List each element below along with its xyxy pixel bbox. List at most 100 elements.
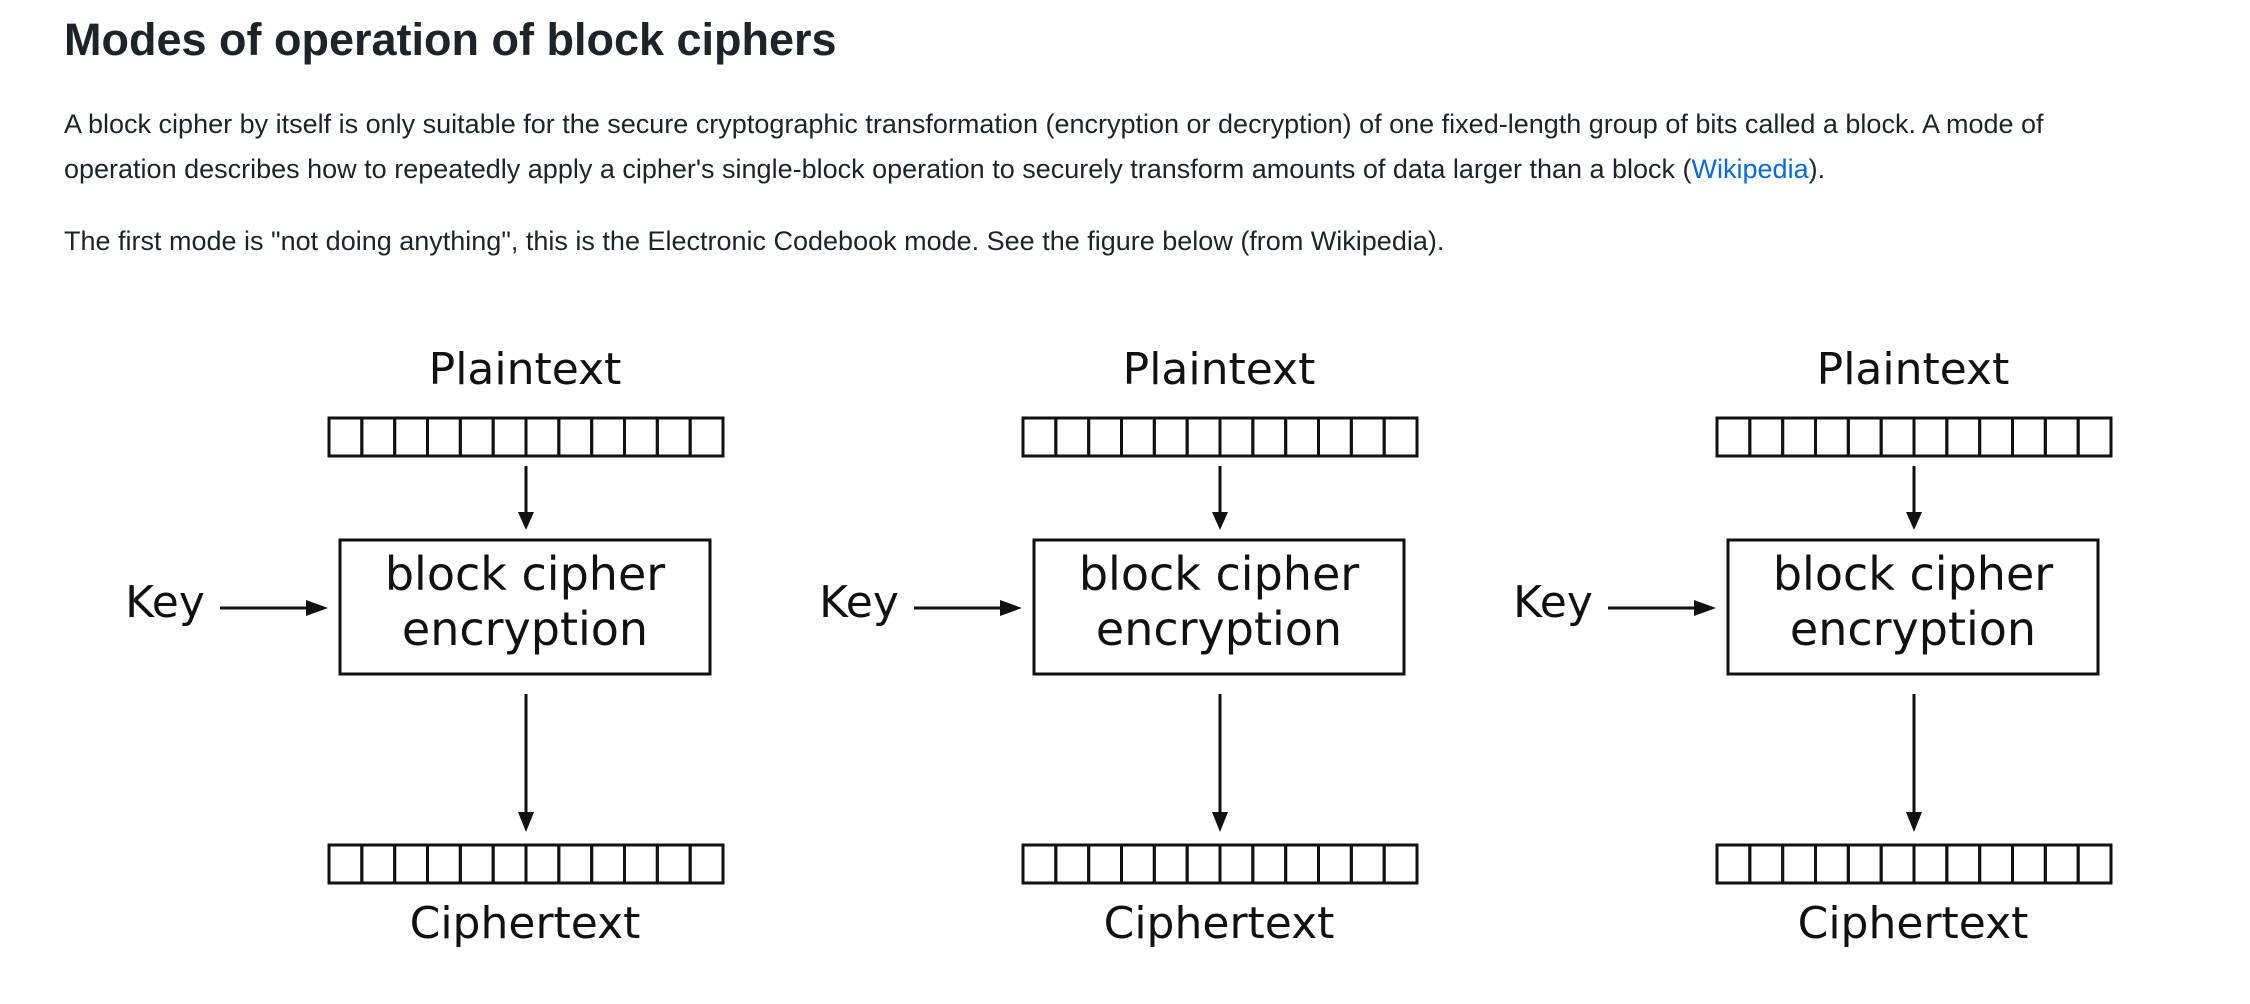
bit-cell [393,843,430,885]
bit-cell [2043,416,2080,458]
bit-cell [1284,416,1320,458]
bit-cell [1251,843,1288,885]
bit-cell [1879,843,1916,885]
bit-cell [1748,416,1785,458]
ecb-block-2: Plaintext Key block cipher encryption Ci… [819,344,1419,949]
plaintext-arrow-head [1906,512,1922,530]
bit-cell [1349,843,1386,885]
cipher-label-line-2: encryption [402,602,648,656]
bit-cell [1846,416,1883,458]
ciphertext-arrow-head [1212,812,1228,832]
bit-cell [1748,843,1785,885]
bit-cell [2043,843,2080,885]
bit-cell [524,416,561,458]
bit-cell [327,843,364,885]
bit-cell [1087,416,1124,458]
bit-cell [327,416,364,458]
key-label: Key [1513,577,1593,628]
bit-cell [1021,843,1058,885]
bit-cell [426,416,462,458]
plaintext-bar [327,416,725,458]
plaintext-label: Plaintext [1123,344,1316,395]
cipher-label-line-1: block cipher [1079,547,1359,601]
bit-cell [1846,843,1883,885]
bit-cell [1284,843,1320,885]
ciphertext-bar [1715,843,2113,885]
plaintext-bar [1021,416,1419,458]
ciphertext-label: Ciphertext [1104,898,1335,949]
bit-cell [1715,416,1752,458]
bit-cell [1120,843,1156,885]
bit-cell [1317,416,1353,458]
plaintext-label: Plaintext [1817,344,2010,395]
bit-cell [491,416,528,458]
bit-cell [1382,843,1419,885]
bit-cell [655,416,692,458]
ciphertext-label: Ciphertext [1798,898,2029,949]
bit-cell [458,416,495,458]
plaintext-arrow-head [518,512,534,530]
bit-cell [1978,843,2014,885]
bit-cell [1054,416,1091,458]
ciphertext-label: Ciphertext [410,898,641,949]
bit-cell [1185,843,1222,885]
key-arrow-head [1000,600,1022,616]
bit-cell [2076,843,2113,885]
bit-cell [458,843,495,885]
bit-cell [1218,416,1255,458]
ecb-block-3: Plaintext Key block cipher encryption Ci… [1513,344,2113,949]
cipher-label-line-1: block cipher [385,547,665,601]
ciphertext-arrow-head [1906,812,1922,832]
cipher-label-line-2: encryption [1790,602,2036,656]
bit-cell [1715,843,1752,885]
bit-cell [590,416,626,458]
bit-cell [1317,843,1353,885]
bit-cell [688,843,725,885]
bit-cell [360,843,397,885]
bit-cell [1912,843,1949,885]
cipher-label-line-1: block cipher [1773,547,2053,601]
key-label: Key [125,577,205,628]
bit-cell [655,843,692,885]
bit-cell [1152,416,1189,458]
bit-cell [1054,843,1091,885]
bit-cell [393,416,430,458]
bit-cell [1912,416,1949,458]
bit-cell [1382,416,1419,458]
bit-cell [557,843,594,885]
bit-cell [426,843,462,885]
ciphertext-bar [327,843,725,885]
bit-cell [1945,416,1982,458]
plaintext-bar [1715,416,2113,458]
bit-cell [623,416,659,458]
bit-cell [524,843,561,885]
bit-cell [1945,843,1982,885]
key-arrow-head [306,600,328,616]
cipher-label-line-2: encryption [1096,602,1342,656]
bit-cell [1781,843,1818,885]
key-label: Key [819,577,899,628]
bit-cell [1879,416,1916,458]
ciphertext-bar [1021,843,1419,885]
bit-cell [1087,843,1124,885]
plaintext-arrow-head [1212,512,1228,530]
bit-cell [1814,416,1850,458]
bit-cell [1120,416,1156,458]
bit-cell [623,843,659,885]
bit-cell [557,416,594,458]
bit-cell [2076,416,2113,458]
bit-cell [2011,843,2047,885]
bit-cell [360,416,397,458]
bit-cell [1185,416,1222,458]
bit-cell [1021,416,1058,458]
key-arrow-head [1694,600,1716,616]
bit-cell [1781,416,1818,458]
bit-cell [1152,843,1189,885]
ecb-mode-figure: Plaintext Key block cipher encryption Ci… [125,344,2113,949]
bit-cell [2011,416,2047,458]
bit-cell [1218,843,1255,885]
bit-cell [1251,416,1288,458]
bit-cell [590,843,626,885]
ciphertext-arrow-head [518,812,534,832]
bit-cell [1814,843,1850,885]
